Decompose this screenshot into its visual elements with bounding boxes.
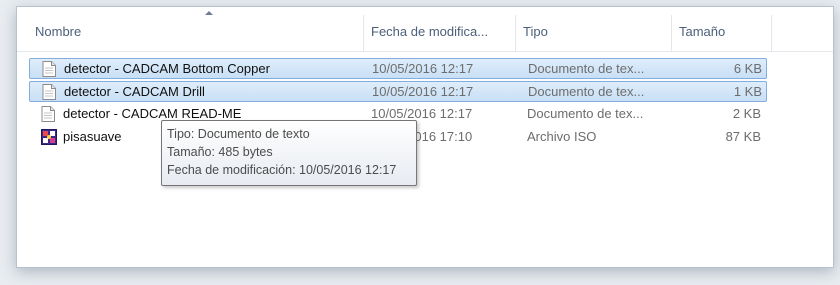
column-header-type-label: Tipo [523, 24, 548, 39]
sort-ascending-icon [205, 11, 213, 15]
column-divider[interactable] [515, 15, 516, 51]
column-header-name-label: Nombre [35, 24, 82, 39]
file-date: 10/05/2016 12:17 [372, 61, 474, 76]
column-header-name[interactable]: Nombre [29, 7, 369, 51]
column-header-date[interactable]: Fecha de modifica... [365, 7, 513, 51]
column-header-type[interactable]: Tipo [517, 7, 671, 51]
file-list-window: Nombre Fecha de modifica... Tipo Tamaño … [16, 6, 834, 268]
tooltip-type: Tipo: Documento de texto [167, 127, 310, 141]
text-document-icon [42, 84, 56, 100]
text-document-icon [42, 61, 56, 77]
file-name: detector - CADCAM Bottom Copper [64, 61, 270, 76]
file-type: Documento de tex... [528, 61, 645, 76]
file-type: Documento de tex... [528, 84, 645, 99]
column-divider[interactable] [363, 15, 364, 51]
file-size: 87 KB [725, 129, 761, 144]
file-type: Archivo ISO [527, 129, 597, 144]
file-date: 10/05/2016 12:17 [372, 84, 474, 99]
file-row[interactable]: detector - CADCAM Bottom Copper 10/05/20… [29, 58, 767, 79]
file-size: 2 KB [732, 106, 761, 121]
column-header-size-label: Tamaño [679, 24, 726, 39]
tooltip-size: Tamaño: 485 bytes [167, 145, 273, 159]
file-row[interactable]: detector - CADCAM Drill 10/05/2016 12:17… [29, 81, 767, 102]
file-name: detector - CADCAM Drill [64, 84, 205, 99]
column-divider[interactable] [771, 15, 772, 51]
tooltip-modified: Fecha de modificación: 10/05/2016 12:17 [167, 163, 397, 177]
column-header-bar: Nombre Fecha de modifica... Tipo Tamaño [17, 7, 833, 52]
text-document-icon [41, 106, 55, 122]
file-type: Documento de tex... [527, 106, 644, 121]
iso-file-icon [41, 129, 57, 145]
file-size: 1 KB [733, 84, 762, 99]
column-divider[interactable] [671, 15, 672, 51]
file-size: 6 KB [733, 61, 762, 76]
file-info-tooltip: Tipo: Documento de texto Tamaño: 485 byt… [161, 120, 417, 186]
column-header-date-label: Fecha de modifica... [371, 24, 489, 39]
column-header-size[interactable]: Tamaño [673, 7, 769, 51]
